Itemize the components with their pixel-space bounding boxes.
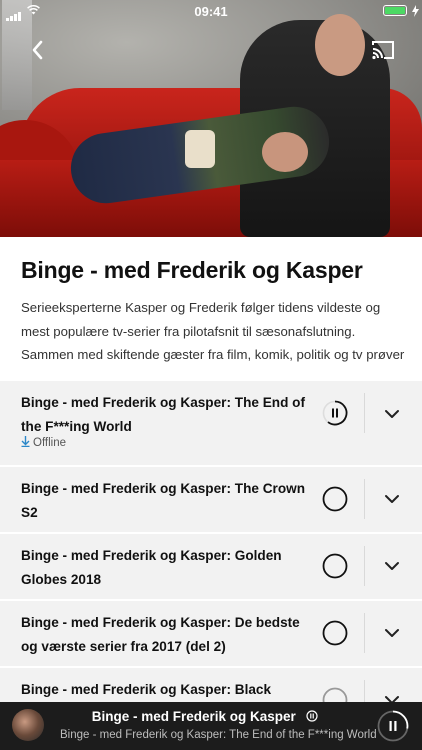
mini-player-title-row: Binge - med Frederik og Kasper	[60, 708, 350, 726]
offline-status: Offline	[21, 436, 66, 449]
chevron-down-icon[interactable]	[384, 628, 400, 638]
pause-button[interactable]	[377, 710, 409, 742]
chevron-left-icon	[32, 40, 43, 60]
episode-row[interactable]: Binge - med Frederik og Kasper: Black	[0, 666, 422, 703]
podcast-cover-image	[0, 0, 422, 237]
play-circle-icon[interactable]	[322, 687, 348, 703]
episode-row[interactable]: Binge - med Frederik og Kasper: The End …	[0, 381, 422, 463]
download-arrow-icon	[21, 436, 30, 448]
progress-icon	[306, 710, 318, 722]
cast-icon	[372, 41, 394, 60]
episode-title: Binge - med Frederik og Kasper: Black	[21, 682, 272, 697]
offline-label: Offline	[33, 437, 67, 449]
episode-row[interactable]: Binge - med Frederik og Kasper: De bedst…	[0, 599, 422, 663]
chevron-down-icon[interactable]	[384, 409, 400, 419]
mini-player-title: Binge - med Frederik og Kasper	[91, 709, 296, 724]
cast-button[interactable]	[370, 38, 396, 62]
episode-row[interactable]: Binge - med Frederik og Kasper: The Crow…	[0, 465, 422, 529]
episode-title: Binge - med Frederik og Kasper: De bedst…	[21, 615, 300, 654]
play-circle-icon[interactable]	[322, 620, 348, 646]
pause-progress-icon[interactable]	[322, 400, 348, 426]
play-circle-icon[interactable]	[322, 553, 348, 579]
mini-player[interactable]: Binge - med Frederik og Kasper Binge - m…	[0, 702, 422, 750]
chevron-down-icon[interactable]	[384, 561, 400, 571]
status-bar: 09:41	[0, 0, 422, 22]
podcast-title: Binge - med Frederik og Kasper	[21, 257, 363, 283]
play-circle-icon[interactable]	[322, 486, 348, 512]
mini-player-artwork	[12, 709, 44, 741]
podcast-description[interactable]: Serieeksperterne Kasper og Frederik følg…	[21, 296, 405, 367]
charging-icon	[412, 5, 419, 17]
episode-row[interactable]: Binge - med Frederik og Kasper: Golden G…	[0, 532, 422, 596]
status-time: 09:41	[194, 4, 228, 19]
episode-title: Binge - med Frederik og Kasper: The Crow…	[21, 481, 306, 520]
chevron-down-icon[interactable]	[384, 494, 400, 504]
episode-title: Binge - med Frederik og Kasper: Golden G…	[21, 548, 282, 587]
episode-title: Binge - med Frederik og Kasper: The End …	[21, 395, 305, 434]
episode-list: Binge - med Frederik og Kasper: The End …	[0, 381, 422, 703]
battery-icon	[383, 5, 407, 16]
mini-player-subtitle: Binge - med Frederik og Kasper: The End …	[60, 729, 377, 741]
back-button[interactable]	[28, 38, 48, 62]
